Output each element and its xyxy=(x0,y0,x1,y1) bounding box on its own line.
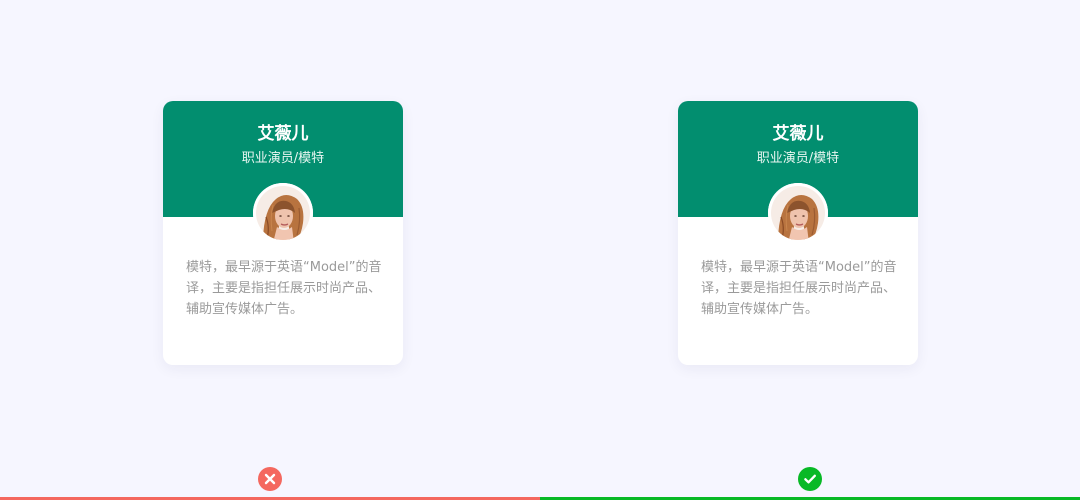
profile-name: 艾薇儿 xyxy=(257,124,309,144)
profile-name: 艾薇儿 xyxy=(772,124,824,144)
profile-role: 职业演员/模特 xyxy=(241,151,325,166)
profile-description: 模特，最早源于英语“Model”的音译，主要是指担任展示时尚产品、辅助宣传媒体广… xyxy=(701,260,897,317)
avatar xyxy=(253,183,313,243)
profile-card-right: 艾薇儿 职业演员/模特 模特，最早源于英语“Model”的音译，主要是指担任展示… xyxy=(678,101,918,365)
close-icon xyxy=(264,473,276,485)
check-icon xyxy=(804,474,816,484)
check-circle-icon xyxy=(798,467,822,491)
close-circle-icon xyxy=(258,467,282,491)
profile-description: 模特，最早源于英语“Model”的音译，主要是指担任展示时尚产品、辅助宣传媒体广… xyxy=(186,260,382,317)
avatar-image xyxy=(253,183,313,243)
profile-card-left: 艾薇儿 职业演员/模特 模特，最早源于英语“Model”的音译，主要是指担任展示… xyxy=(163,101,403,365)
avatar xyxy=(768,183,828,243)
avatar-image xyxy=(768,183,828,243)
profile-role: 职业演员/模特 xyxy=(756,151,840,166)
